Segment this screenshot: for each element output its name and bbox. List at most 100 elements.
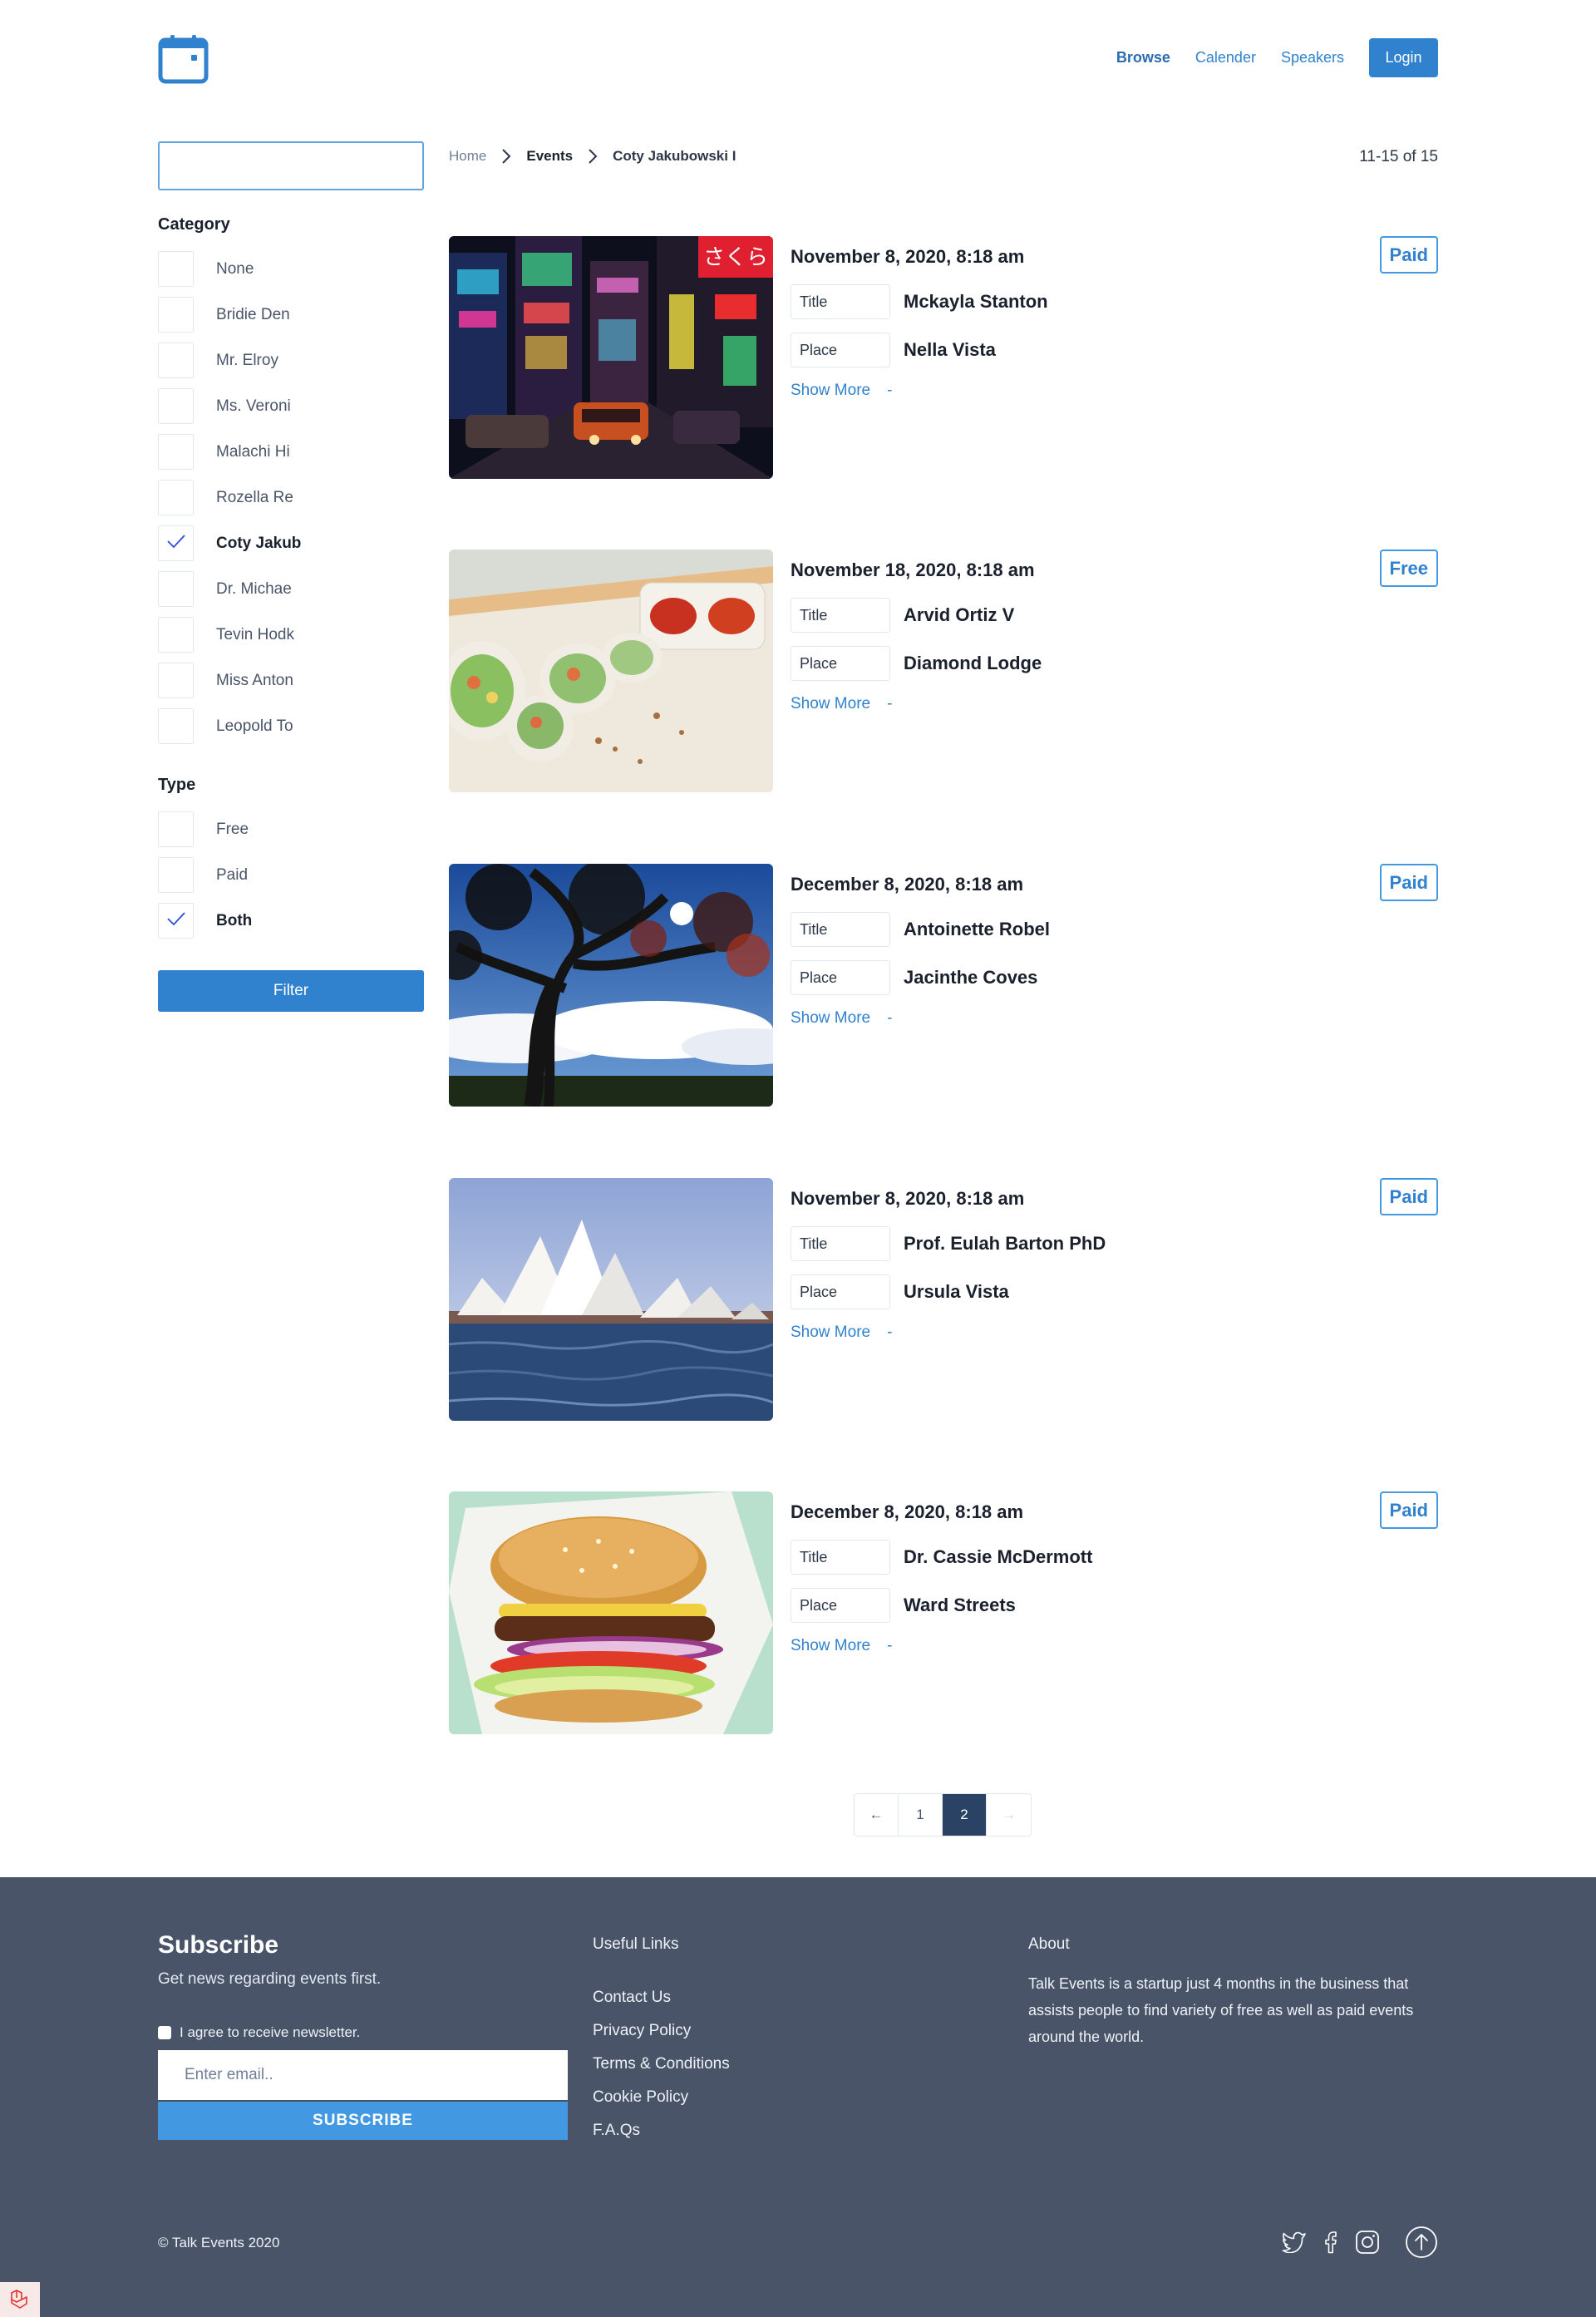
category-checkbox[interactable] [158,480,194,515]
nav-browse-link[interactable]: Browse [1116,49,1170,67]
event-place-key: Place [791,1274,890,1309]
result-count: 11-15 of 15 [1359,148,1438,165]
event-title-value: Antoinette Robel [904,919,1050,939]
event-place-row: Place Diamond Lodge [791,646,1042,681]
category-checkbox[interactable] [158,297,194,333]
event-place-row: Place Ward Streets [791,1588,1016,1623]
pagination-next-button: → [1002,1807,1016,1822]
scroll-to-top-icon[interactable] [1405,2226,1438,2259]
category-label: Leopold To [216,717,293,735]
email-input[interactable] [158,2050,568,2100]
category-option[interactable]: None [158,246,424,292]
event-date: November 8, 2020, 8:18 am [791,246,1025,267]
calendar-logo-icon[interactable] [158,33,209,84]
login-button[interactable]: Login [1369,38,1438,77]
footer: Subscribe Get news regarding events firs… [0,1877,1596,2317]
category-checkbox[interactable] [158,388,194,424]
instagram-icon[interactable] [1355,2230,1380,2255]
show-more-dash: - [887,1324,893,1341]
show-more-link[interactable]: Show More - [791,382,892,400]
category-option[interactable]: Dr. Michae [158,566,424,612]
category-option[interactable]: Ms. Veroni [158,383,424,429]
category-option[interactable]: Coty Jakub [158,520,424,566]
event-image[interactable] [449,550,773,792]
category-checkbox[interactable] [158,434,194,470]
type-checkbox[interactable] [158,903,194,939]
useful-links-heading: Useful Links [593,1935,679,1953]
category-option[interactable]: Bridie Den [158,292,424,338]
event-title-row: Title Mckayla Stanton [791,284,1048,319]
breadcrumb-events[interactable]: Events [526,148,573,165]
facebook-icon[interactable] [1323,2231,1338,2254]
category-option[interactable]: Tevin Hodk [158,612,424,658]
pagination-page-1[interactable]: 1 [899,1794,943,1836]
nav-speakers-link[interactable]: Speakers [1281,49,1344,67]
category-option[interactable]: Rozella Re [158,475,424,520]
filter-button[interactable]: Filter [158,970,424,1012]
type-label: Free [216,820,249,838]
category-checkbox[interactable] [158,571,194,607]
breadcrumb-home[interactable]: Home [449,148,486,165]
checkmark-icon [166,911,186,930]
show-more-label: Show More [791,695,871,712]
type-option[interactable]: Both [158,898,424,944]
chevron-right-icon [501,148,511,165]
subscribe-button[interactable]: SUBSCRIBE [158,2102,568,2140]
type-label: Paid [216,865,249,884]
footer-link-faqs[interactable]: F.A.Qs [593,2114,730,2147]
twitter-icon[interactable] [1282,2231,1307,2253]
pagination-page-2[interactable]: 2 [943,1794,987,1836]
category-checkbox[interactable] [158,617,194,653]
event-image[interactable] [449,1178,773,1421]
show-more-link[interactable]: Show More - [791,695,892,713]
event-place-value: Ursula Vista [904,1281,1009,1302]
category-label: Coty Jakub [216,534,302,552]
filter-sidebar: Category None Bridie Den Mr. Elroy Ms. Vero… [158,141,424,1012]
footer-link-privacy[interactable]: Privacy Policy [593,2014,730,2048]
event-image[interactable] [449,864,773,1107]
show-more-link[interactable]: Show More - [791,1009,892,1028]
show-more-link[interactable]: Show More - [791,1637,892,1655]
type-checkbox[interactable] [158,811,194,847]
category-label: Dr. Michae [216,579,292,598]
type-option[interactable]: Free [158,806,424,852]
footer-link-terms[interactable]: Terms & Conditions [593,2048,730,2081]
event-place-key: Place [791,646,890,681]
debug-badge[interactable] [0,2282,40,2317]
pagination-prev-button[interactable]: ← [855,1794,899,1836]
category-option[interactable]: Malachi Hi [158,429,424,475]
event-place-value: Nella Vista [904,339,996,360]
type-checkbox[interactable] [158,857,194,893]
footer-link-cookie[interactable]: Cookie Policy [593,2081,730,2114]
event-place-row: Place Jacinthe Coves [791,960,1037,995]
breadcrumb: Home Events Coty Jakubowski I [449,148,736,165]
event-place-value: Ward Streets [904,1595,1016,1615]
category-checkbox[interactable] [158,525,194,561]
newsletter-checkbox[interactable] [158,2026,171,2039]
type-option[interactable]: Paid [158,852,424,898]
event-date: November 18, 2020, 8:18 am [791,560,1035,580]
chevron-right-icon [588,148,598,165]
event-card: November 8, 2020, 8:18 am Paid Title Prof. … [449,1178,1438,1421]
newsletter-consent-label: I agree to receive newsletter. [180,2024,361,2040]
event-image[interactable]: さくら [449,236,773,479]
category-option[interactable]: Leopold To [158,703,424,749]
search-input[interactable] [158,141,424,190]
nav-calendar-link[interactable]: Calender [1195,49,1256,67]
event-image[interactable] [449,1491,773,1734]
category-option[interactable]: Mr. Elroy [158,338,424,383]
event-card: December 8, 2020, 8:18 am Paid Title Dr. Ca… [449,1491,1438,1734]
event-card: さくら November 8, 2020, 8:18 am Paid Title Mc… [449,236,1438,479]
event-title-value: Dr. Cassie McDermott [904,1546,1093,1567]
category-checkbox[interactable] [158,343,194,378]
event-card: November 18, 2020, 8:18 am Free Title Arvid… [449,550,1438,792]
category-option[interactable]: Miss Anton [158,658,424,703]
category-checkbox[interactable] [158,708,194,744]
footer-link-contact[interactable]: Contact Us [593,1981,730,2014]
category-checkbox[interactable] [158,251,194,287]
social-links [1282,2226,1438,2259]
newsletter-consent[interactable]: I agree to receive newsletter. [158,2024,360,2041]
event-date: December 8, 2020, 8:18 am [791,874,1024,895]
category-checkbox[interactable] [158,663,194,698]
show-more-link[interactable]: Show More - [791,1324,892,1342]
